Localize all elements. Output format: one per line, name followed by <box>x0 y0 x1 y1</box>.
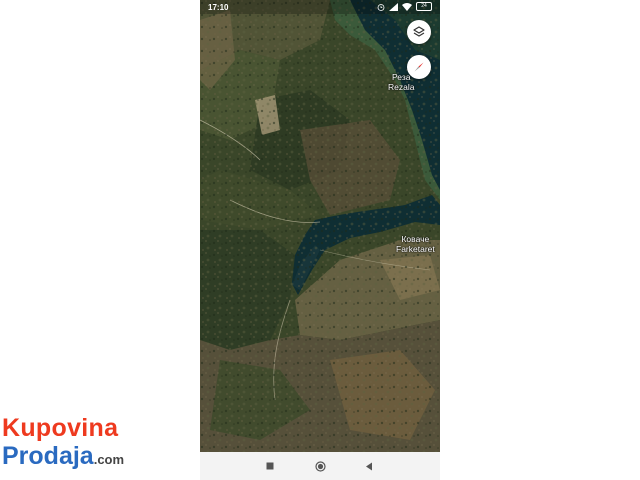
wifi-icon <box>402 2 412 11</box>
recents-button[interactable] <box>255 452 285 480</box>
phone-screen: 17:10 24 Реза Rezala Коваче Farketaret <box>200 0 440 480</box>
status-icons: 24 <box>377 2 432 11</box>
screenshot-canvas: 17:10 24 Реза Rezala Коваче Farketaret K… <box>0 0 640 480</box>
signal-icon <box>389 2 398 11</box>
recents-icon <box>266 462 274 470</box>
layers-icon <box>413 26 425 37</box>
status-time: 17:10 <box>208 3 229 12</box>
map-label-line1: Коваче <box>401 234 430 244</box>
battery-icon: 24 <box>416 2 432 11</box>
watermark-line1: Kupovina <box>2 414 119 442</box>
home-icon <box>314 460 326 472</box>
map-label-kovace[interactable]: Коваче Farketaret <box>396 234 435 254</box>
status-bar: 17:10 24 <box>200 0 440 14</box>
map-label-rezala[interactable]: Реза Rezala <box>388 72 414 92</box>
satellite-map[interactable] <box>200 0 440 452</box>
back-icon <box>366 462 372 470</box>
map-label-line2: Farketaret <box>396 244 435 254</box>
home-button[interactable] <box>305 452 335 480</box>
map-label-line2: Rezala <box>388 82 415 92</box>
layers-button[interactable] <box>407 20 431 44</box>
map-label-line1: Реза <box>392 72 411 82</box>
watermark-suffix: .com <box>93 452 125 467</box>
watermark-line2-text: Prodaja <box>2 442 94 470</box>
alarm-icon <box>377 3 385 11</box>
watermark-line2: Prodaja.com <box>2 442 124 471</box>
watermark-logo: Kupovina Prodaja.com <box>2 414 152 474</box>
back-button[interactable] <box>354 452 384 480</box>
navigation-bar <box>200 452 440 480</box>
